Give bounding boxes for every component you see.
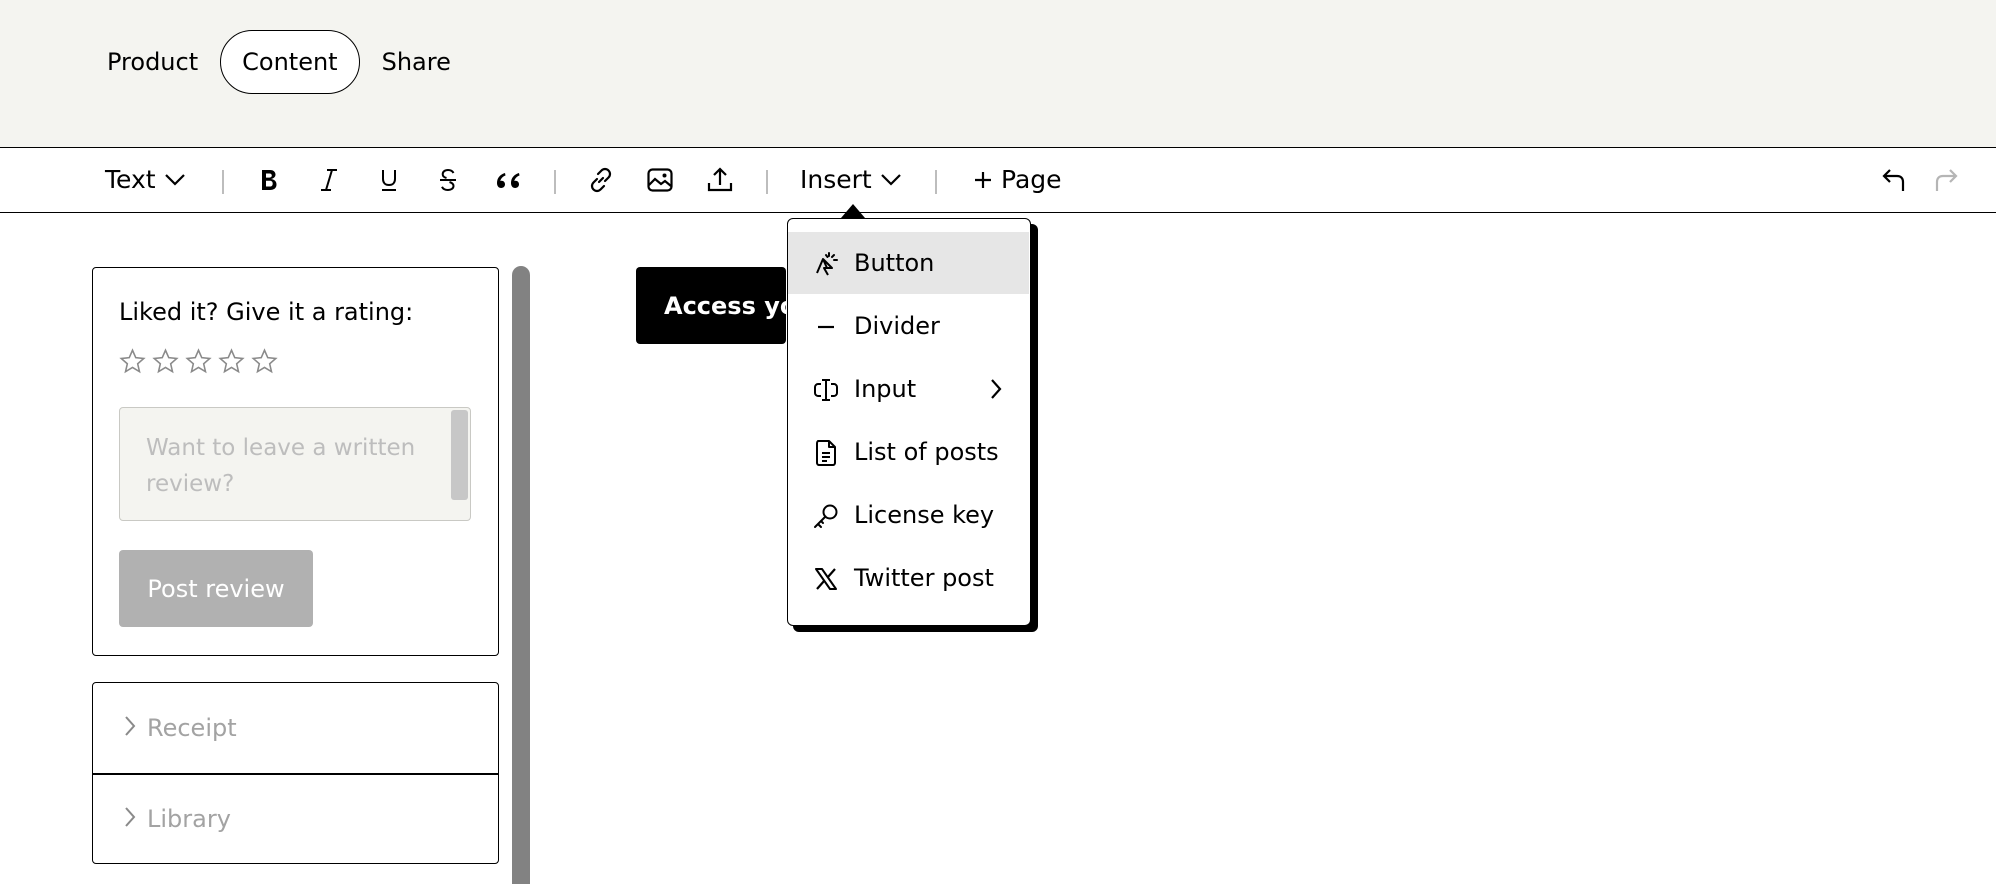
review-placeholder: Want to leave a written review? xyxy=(146,435,416,497)
redo-button[interactable] xyxy=(1932,148,1960,211)
toolbar-divider xyxy=(935,170,937,194)
chevron-down-icon xyxy=(880,173,902,187)
textarea-scrollbar[interactable] xyxy=(451,410,468,500)
text-cursor-icon xyxy=(812,376,840,404)
chevron-right-icon xyxy=(123,715,137,741)
star-icon[interactable] xyxy=(185,348,212,379)
accordion-item-receipt[interactable]: Receipt xyxy=(93,683,498,773)
star-icon[interactable] xyxy=(119,348,146,379)
menu-item-label: Button xyxy=(854,249,935,277)
accordion-card: Receipt Library xyxy=(92,682,499,864)
menu-item-list-of-posts[interactable]: List of posts xyxy=(788,421,1029,483)
upload-button[interactable] xyxy=(706,148,734,211)
add-page-label: Page xyxy=(1001,165,1062,194)
toolbar-divider xyxy=(554,170,556,194)
top-header: Product Content Share xyxy=(0,0,1996,147)
x-logo-icon xyxy=(812,565,840,593)
plus-icon xyxy=(973,170,993,190)
link-button[interactable] xyxy=(587,148,615,211)
menu-item-label: Twitter post xyxy=(854,564,994,592)
tab-share[interactable]: Share xyxy=(360,30,473,94)
strikethrough-button[interactable] xyxy=(437,148,459,211)
menu-item-label: License key xyxy=(854,501,995,529)
italic-icon xyxy=(318,167,340,193)
menu-item-divider[interactable]: Divider xyxy=(788,295,1029,357)
accordion-label: Library xyxy=(147,805,231,833)
star-icon[interactable] xyxy=(152,348,179,379)
menu-item-license-key[interactable]: License key xyxy=(788,484,1029,546)
menu-item-button[interactable]: Button xyxy=(788,232,1029,294)
panel-scrollbar[interactable] xyxy=(512,266,530,884)
strikethrough-icon xyxy=(437,167,459,193)
editor-toolbar: Text Insert Page xyxy=(0,147,1996,213)
rating-title: Liked it? Give it a rating: xyxy=(119,298,414,326)
underline-icon xyxy=(378,167,400,193)
redo-icon xyxy=(1932,166,1960,194)
star-icon[interactable] xyxy=(218,348,245,379)
access-button-label: Access your xyxy=(664,291,786,320)
undo-button[interactable] xyxy=(1880,148,1908,211)
bold-icon xyxy=(258,167,280,193)
key-icon xyxy=(812,502,840,530)
menu-pointer xyxy=(841,204,865,218)
text-style-label: Text xyxy=(105,165,156,194)
image-button[interactable] xyxy=(646,148,674,211)
tab-product[interactable]: Product xyxy=(85,30,220,94)
accordion-label: Receipt xyxy=(147,714,237,742)
menu-item-twitter-post[interactable]: Twitter post xyxy=(788,547,1029,609)
tab-bar: Product Content Share xyxy=(85,30,473,94)
text-style-dropdown[interactable]: Text xyxy=(105,148,186,211)
insert-dropdown[interactable]: Insert xyxy=(800,148,902,211)
insert-menu: Button Divider Input List of posts Licen… xyxy=(787,218,1031,626)
accordion-item-library[interactable]: Library xyxy=(93,774,498,864)
undo-icon xyxy=(1880,166,1908,194)
menu-item-input[interactable]: Input xyxy=(788,358,1029,420)
minus-icon xyxy=(812,313,840,341)
upload-icon xyxy=(706,166,734,194)
rating-card: Liked it? Give it a rating: Want to leav… xyxy=(92,267,499,656)
access-button[interactable]: Access your xyxy=(636,267,786,344)
quote-button[interactable] xyxy=(494,148,522,211)
chevron-right-icon xyxy=(989,378,1003,404)
add-page-button[interactable]: Page xyxy=(973,148,1062,211)
toolbar-divider xyxy=(766,170,768,194)
file-text-icon xyxy=(812,439,840,467)
chevron-down-icon xyxy=(164,173,186,187)
menu-item-label: Input xyxy=(854,375,917,403)
insert-label: Insert xyxy=(800,165,872,194)
tab-content[interactable]: Content xyxy=(220,30,360,94)
toolbar-divider xyxy=(222,170,224,194)
menu-item-label: List of posts xyxy=(854,438,999,466)
underline-button[interactable] xyxy=(378,148,400,211)
menu-item-label: Divider xyxy=(854,312,940,340)
review-textarea[interactable]: Want to leave a written review? xyxy=(119,407,471,521)
star-icon[interactable] xyxy=(251,348,278,379)
link-icon xyxy=(587,166,615,194)
star-rating[interactable] xyxy=(119,348,284,379)
quote-icon xyxy=(494,168,522,192)
italic-button[interactable] xyxy=(318,148,340,211)
chevron-right-icon xyxy=(123,806,137,832)
post-review-button[interactable]: Post review xyxy=(119,550,313,627)
image-icon xyxy=(646,167,674,193)
sparkle-cursor-icon xyxy=(812,250,840,278)
bold-button[interactable] xyxy=(258,148,280,211)
